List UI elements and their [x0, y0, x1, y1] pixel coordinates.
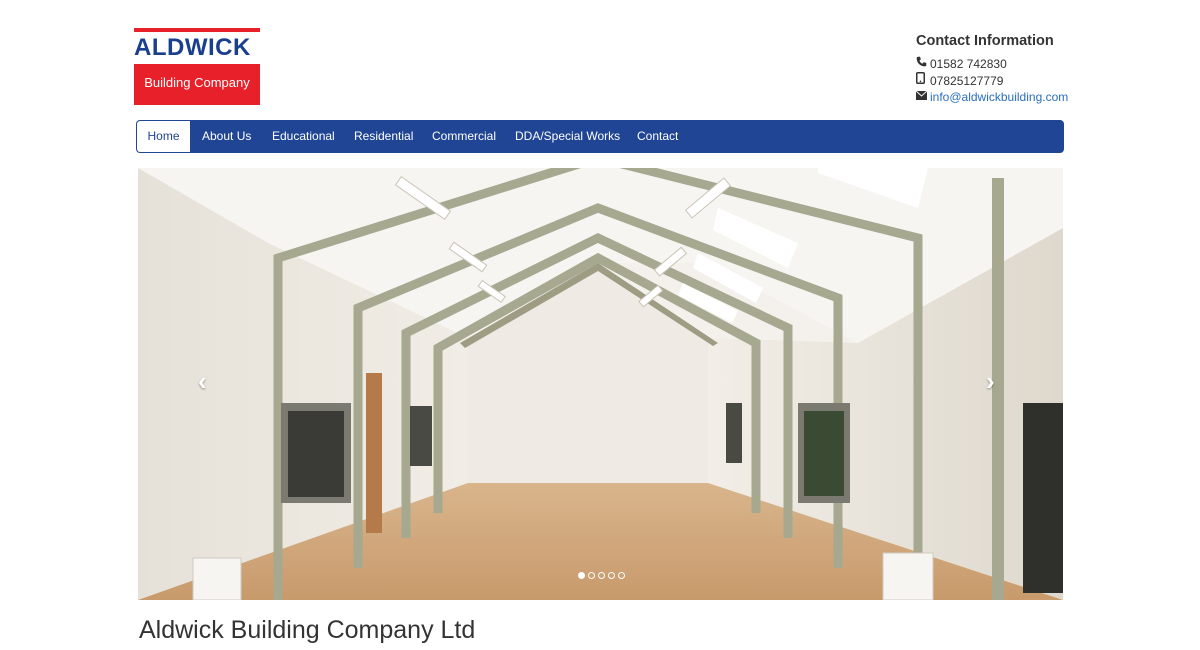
carousel-prev-arrow[interactable]: ‹: [198, 366, 207, 396]
nav-residential[interactable]: Residential: [354, 120, 413, 153]
phone-icon: [916, 56, 930, 72]
email-link[interactable]: info@aldwickbuilding.com: [930, 89, 1068, 105]
nav-educational[interactable]: Educational: [272, 120, 335, 153]
envelope-icon: [915, 89, 930, 105]
carousel-indicators: [578, 572, 625, 580]
logo-subtitle: Building Company: [144, 75, 250, 90]
page-title: Aldwick Building Company Ltd: [139, 616, 476, 644]
carousel-dot-2[interactable]: [588, 572, 595, 579]
company-logo[interactable]: ALDWICK Building Company: [134, 28, 260, 105]
carousel-dot-5[interactable]: [618, 572, 625, 579]
contact-heading: Contact Information: [916, 33, 1054, 49]
mobile-icon: [916, 72, 930, 89]
carousel-dot-3[interactable]: [598, 572, 605, 579]
contact-information: Contact Information 01582 742830 0782512…: [915, 32, 1116, 105]
carousel-dot-4[interactable]: [608, 572, 615, 579]
phone-row: 01582 742830: [916, 56, 1116, 72]
nav-dda-special-works[interactable]: DDA/Special Works: [515, 120, 620, 153]
image-carousel[interactable]: [138, 168, 1063, 600]
carousel-next-arrow[interactable]: ›: [986, 366, 995, 396]
nav-about-us[interactable]: About Us: [202, 120, 251, 153]
main-navbar: Home About Us Educational Residential Co…: [136, 120, 1064, 153]
nav-commercial[interactable]: Commercial: [432, 120, 496, 153]
phone-number: 01582 742830: [930, 57, 1007, 71]
mobile-row: 07825127779: [916, 72, 1116, 89]
logo-wordmark: ALDWICK: [134, 34, 251, 61]
mobile-number: 07825127779: [930, 73, 1004, 88]
hall-interior-photo: [138, 168, 1063, 600]
nav-home[interactable]: Home: [137, 121, 190, 152]
email-row: info@aldwickbuilding.com: [915, 89, 1116, 105]
logo-top-bar: [134, 28, 260, 32]
nav-contact[interactable]: Contact: [637, 120, 678, 153]
carousel-dot-1[interactable]: [578, 572, 585, 579]
